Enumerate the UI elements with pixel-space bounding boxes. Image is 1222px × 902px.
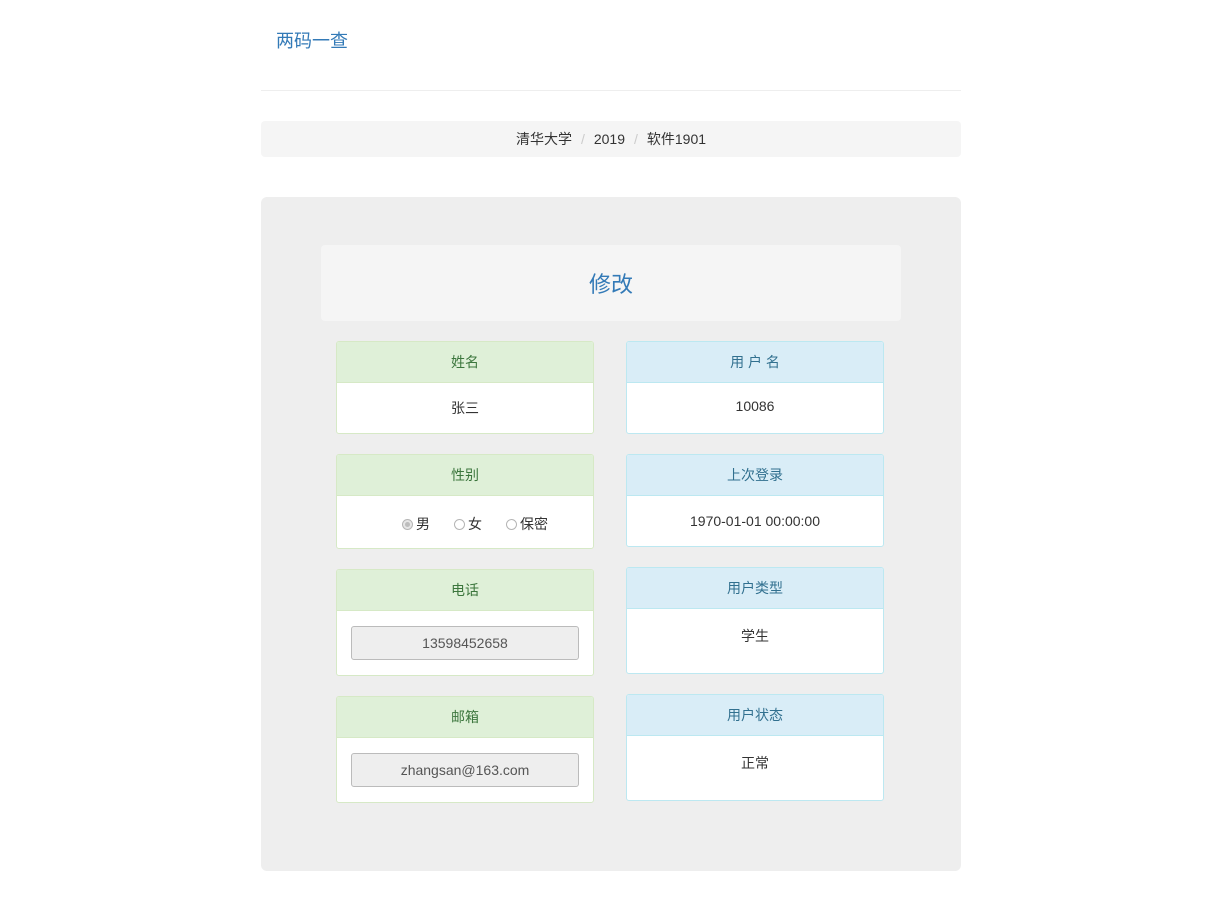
gender-option-male[interactable]: 男	[402, 514, 430, 534]
user-type-card: 用户类型 学生	[626, 567, 884, 674]
radio-button-male[interactable]	[402, 518, 413, 530]
last-login-value: 1970-01-01 00:00:00	[690, 513, 820, 529]
user-type-label: 用户类型	[627, 568, 883, 609]
user-status-card: 用户状态 正常	[626, 694, 884, 801]
phone-card: 电话 13598452658	[336, 569, 594, 676]
phone-label: 电话	[337, 570, 593, 611]
gender-label: 性别	[337, 455, 593, 496]
username-card: 用 户 名 10086	[626, 341, 884, 434]
name-card: 姓名 张三	[336, 341, 594, 434]
user-status-value: 正常	[741, 755, 769, 771]
breadcrumb-item-school[interactable]: 清华大学	[516, 129, 572, 149]
gender-option-secret[interactable]: 保密	[506, 514, 548, 534]
breadcrumb-separator: /	[580, 131, 585, 147]
gender-option-female[interactable]: 女	[454, 514, 482, 534]
gender-option-label: 女	[468, 516, 482, 532]
radio-button-female[interactable]	[454, 518, 465, 530]
breadcrumb-separator: /	[634, 131, 638, 147]
username-label: 用 户 名	[627, 342, 883, 383]
username-value: 10086	[735, 398, 775, 414]
breadcrumb-item-class: 软件1901	[646, 131, 707, 147]
breadcrumb-item-year[interactable]: 2019	[594, 131, 625, 147]
form-title: 修改	[321, 245, 901, 321]
gender-radio-group: 男 女 保密	[337, 496, 593, 534]
last-login-label: 上次登录	[627, 455, 883, 496]
radio-button-secret[interactable]	[506, 518, 517, 530]
header-divider	[261, 90, 961, 91]
last-login-card: 上次登录 1970-01-01 00:00:00	[626, 454, 884, 547]
phone-input[interactable]: 13598452658	[351, 626, 579, 660]
edit-panel: 修改 姓名 张三 用 户 名 10086 性别 男 女 保密 上次登录 1970…	[261, 197, 961, 871]
breadcrumb: 清华大学 / 2019 / 软件1901	[261, 121, 961, 157]
email-label: 邮箱	[337, 697, 593, 738]
email-card: 邮箱 zhangsan@163.com	[336, 696, 594, 803]
name-label: 姓名	[337, 342, 593, 383]
brand-link[interactable]: 两码一查	[276, 27, 348, 53]
email-input[interactable]: zhangsan@163.com	[351, 753, 579, 787]
gender-option-label: 男	[416, 516, 430, 532]
user-status-label: 用户状态	[627, 695, 883, 736]
name-value: 张三	[451, 400, 479, 416]
user-type-value: 学生	[741, 628, 769, 644]
gender-option-label: 保密	[520, 516, 548, 532]
gender-card: 性别 男 女 保密	[336, 454, 594, 549]
